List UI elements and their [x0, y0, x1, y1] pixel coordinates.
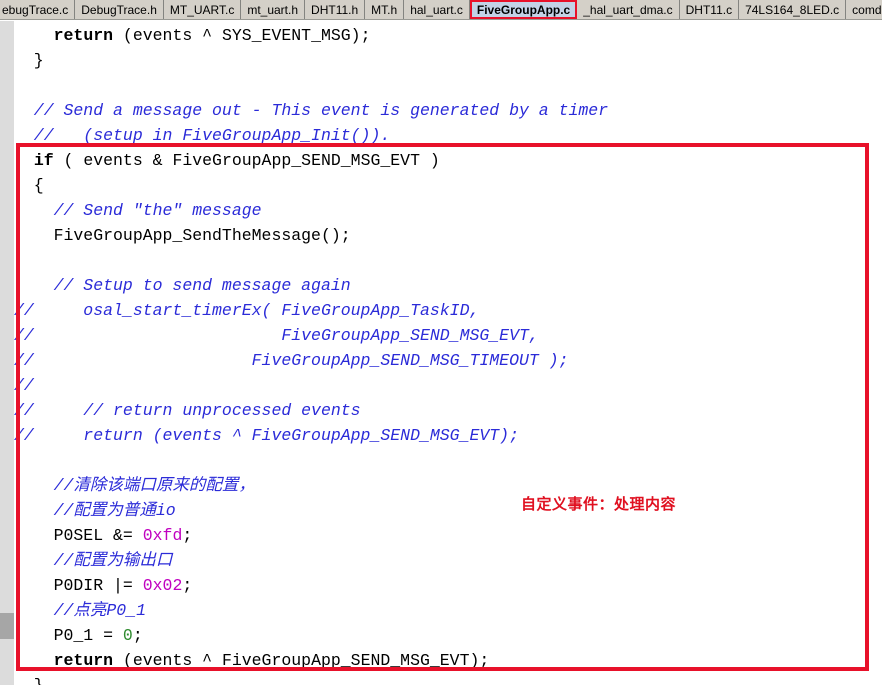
code-line: P0DIR |= 0x02;	[14, 573, 882, 598]
code-line: // FiveGroupApp_SEND_MSG_TIMEOUT );	[14, 348, 882, 373]
code-line: // // return unprocessed events	[14, 398, 882, 423]
code-token: ( events & FiveGroupApp_SEND_MSG_EVT )	[53, 151, 440, 170]
tab-label: _hal_uart_dma.c	[583, 2, 673, 17]
code-token: return	[53, 651, 114, 670]
code-token: if	[33, 151, 54, 170]
code-line: //配置为输出口	[14, 548, 882, 573]
editor-tab-debugtrace-h[interactable]: DebugTrace.h	[75, 0, 164, 19]
code-line: // (setup in FiveGroupApp_Init()).	[14, 123, 882, 148]
code-line: //清除该端口原来的配置，	[14, 473, 882, 498]
code-token: //配置为普通io	[14, 501, 176, 520]
editor-vertical-scrollbar[interactable]	[0, 21, 14, 685]
code-token: return	[53, 26, 114, 45]
code-line: FiveGroupApp_SendTheMessage();	[14, 223, 882, 248]
code-line: {	[14, 173, 882, 198]
code-line: // Send a message out - This event is ge…	[14, 98, 882, 123]
code-token: (events ^ FiveGroupApp_SEND_MSG_EVT);	[113, 651, 490, 670]
code-token: // osal_start_timerEx( FiveGroupApp_Task…	[14, 301, 480, 320]
code-token: //点亮P0_1	[14, 601, 147, 620]
scrollbar-thumb[interactable]	[0, 613, 14, 639]
code-token: // Send "the" message	[14, 201, 262, 220]
code-line: }	[14, 673, 882, 685]
code-token: // FiveGroupApp_SEND_MSG_TIMEOUT );	[14, 351, 569, 370]
code-line: if ( events & FiveGroupApp_SEND_MSG_EVT …	[14, 148, 882, 173]
tab-label: DHT11.h	[311, 2, 359, 17]
code-line: P0_1 = 0;	[14, 623, 882, 648]
code-line: // osal_start_timerEx( FiveGroupApp_Task…	[14, 298, 882, 323]
editor-tab--hal-uart-dma-c[interactable]: _hal_uart_dma.c	[577, 0, 680, 19]
editor-tab-fivegroupapp-c[interactable]: FiveGroupApp.c	[469, 0, 578, 19]
editor-tab-mt-uart-h[interactable]: mt_uart.h	[241, 0, 306, 19]
editor-tab-ebugtrace-c[interactable]: ebugTrace.c	[0, 0, 76, 19]
editor-tab-dht11-h[interactable]: DHT11.h	[305, 0, 366, 19]
source-code-text[interactable]: return (events ^ SYS_EVENT_MSG); } // Se…	[14, 21, 882, 685]
tab-label: MT_UART.c	[169, 2, 235, 17]
code-token: ;	[182, 576, 193, 595]
tab-label: DHT11.c	[685, 2, 733, 17]
tab-label: hal_uart.c	[410, 2, 463, 17]
code-token: //配置为输出口	[14, 551, 173, 570]
code-token: }	[14, 676, 44, 685]
code-line: // return (events ^ FiveGroupApp_SEND_MS…	[14, 423, 882, 448]
code-token: ;	[132, 626, 143, 645]
code-token: 0x02	[142, 576, 183, 595]
annotation-note-text: 自定义事件：处理内容	[521, 497, 677, 513]
code-line: return (events ^ FiveGroupApp_SEND_MSG_E…	[14, 648, 882, 673]
code-token: }	[14, 51, 44, 70]
code-line: //配置为普通io	[14, 498, 882, 523]
code-token: //	[14, 376, 34, 395]
code-token: ;	[182, 526, 193, 545]
tab-label: comdef.h	[852, 2, 882, 17]
editor-tab-mt-h[interactable]: MT.h	[365, 0, 405, 19]
code-token: P0_1 =	[14, 626, 123, 645]
code-token: 0xfd	[142, 526, 183, 545]
editor-tab-dht11-c[interactable]: DHT11.c	[679, 0, 740, 19]
code-line: //点亮P0_1	[14, 598, 882, 623]
editor-tab-comdef-h[interactable]: comdef.h	[846, 0, 882, 19]
code-token: // return (events ^ FiveGroupApp_SEND_MS…	[14, 426, 519, 445]
tab-label: DebugTrace.h	[81, 2, 157, 17]
code-token: // FiveGroupApp_SEND_MSG_EVT,	[14, 326, 539, 345]
code-token: (events ^ SYS_EVENT_MSG);	[113, 26, 371, 45]
code-line: P0SEL &= 0xfd;	[14, 523, 882, 548]
code-line: }	[14, 48, 882, 73]
tab-label: ebugTrace.c	[2, 2, 69, 17]
code-token: // Setup to send message again	[14, 276, 351, 295]
code-token: FiveGroupApp_SendTheMessage();	[14, 226, 351, 245]
code-line: // Setup to send message again	[14, 273, 882, 298]
editor-tab-mt-uart-c[interactable]: MT_UART.c	[163, 0, 242, 19]
code-token: {	[14, 176, 44, 195]
editor-tab-bar[interactable]: ebugTrace.c DebugTrace.h MT_UART.c mt_uart.…	[0, 0, 882, 20]
code-token: //清除该端口原来的配置，	[14, 476, 255, 495]
editor-tab-74ls164-8led-c[interactable]: 74LS164_8LED.c	[739, 0, 847, 19]
code-line: return (events ^ SYS_EVENT_MSG);	[14, 23, 882, 48]
code-token: // Send a message out - This event is ge…	[14, 101, 609, 120]
tab-label: 74LS164_8LED.c	[745, 2, 840, 17]
tab-label: MT.h	[371, 2, 398, 17]
code-line: // FiveGroupApp_SEND_MSG_EVT,	[14, 323, 882, 348]
code-line: //	[14, 373, 882, 398]
code-token: // // return unprocessed events	[14, 401, 361, 420]
editor-tab-hal-uart-c[interactable]: hal_uart.c	[404, 0, 470, 19]
code-token: // (setup in FiveGroupApp_Init()).	[14, 126, 391, 145]
code-line: // Send "the" message	[14, 198, 882, 223]
code-token: 0	[122, 626, 133, 645]
tab-label: FiveGroupApp.c	[476, 2, 571, 17]
tab-label: mt_uart.h	[247, 2, 299, 17]
code-token: P0DIR |=	[14, 576, 143, 595]
code-editor-pane[interactable]: return (events ^ SYS_EVENT_MSG); } // Se…	[0, 21, 882, 685]
code-token: P0SEL &=	[14, 526, 143, 545]
